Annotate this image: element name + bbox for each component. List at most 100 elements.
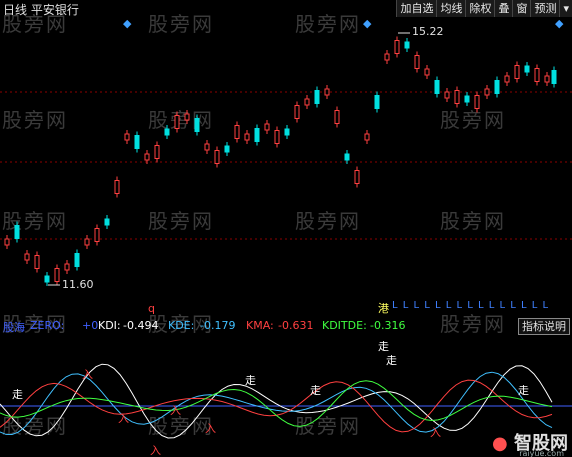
candle — [344, 153, 350, 161]
candle — [204, 143, 210, 151]
kditde-label: KDITDE: — [322, 319, 367, 332]
walk-signal-label: 走 — [378, 340, 389, 353]
kditde-value: -0.316 — [370, 319, 406, 332]
indicator-name[interactable]: 股海 — [3, 319, 25, 335]
stock-chart-window: 日线 平安银行 加自选 均线 除权 叠 窗 预测 ▾ 股旁网 股旁网 股旁网 股… — [0, 0, 572, 457]
brand-icon: ● — [492, 433, 508, 454]
diamond-marker-icon: ◆ — [363, 17, 372, 30]
l-signal-markers: L L L L L L L L L L L L L L L — [392, 300, 550, 311]
enter-signal-label: 入 — [82, 368, 93, 381]
candle — [154, 145, 160, 159]
candle — [24, 253, 30, 261]
ex-rights-button[interactable]: 除权 — [465, 0, 495, 17]
indicator-help-button[interactable]: 指标说明 — [518, 318, 570, 335]
walk-signal-label: 走 — [386, 354, 397, 367]
candle — [384, 53, 390, 61]
window-button[interactable]: 窗 — [512, 0, 531, 17]
candle — [94, 228, 100, 242]
q-marker: q — [148, 302, 155, 315]
candle — [234, 125, 240, 139]
candle — [34, 255, 40, 269]
candle — [324, 88, 330, 96]
indicator-info-bar: 股海 ZERO: +0 KDI: -0.494 KDE: -0.179 KMA:… — [0, 317, 572, 336]
candle — [494, 80, 500, 94]
candle — [551, 70, 557, 84]
candle — [314, 90, 320, 104]
candle — [404, 41, 410, 49]
brand-url: raiyue.com — [519, 449, 564, 457]
candle — [444, 91, 450, 99]
moving-average-button[interactable]: 均线 — [436, 0, 466, 17]
walk-signal-label: 走 — [12, 388, 23, 401]
candle — [534, 68, 540, 82]
collapse-icon[interactable]: ▾ — [559, 0, 572, 17]
candle — [484, 88, 490, 96]
candle — [194, 118, 200, 132]
zero-value: +0 — [82, 319, 99, 332]
kma-value: -0.631 — [278, 319, 314, 332]
walk-signal-label: 走 — [245, 374, 256, 387]
candle — [504, 75, 510, 83]
candle — [414, 55, 420, 69]
forecast-button[interactable]: 预测 — [530, 0, 560, 17]
candle — [434, 80, 440, 94]
candle — [514, 65, 520, 79]
candle — [184, 113, 190, 121]
candle — [224, 145, 230, 153]
enter-signal-label: 入 — [118, 412, 129, 425]
candle — [424, 68, 430, 76]
enter-signal-label: 入 — [170, 404, 181, 417]
low-price-label: 11.60 — [62, 278, 94, 291]
candle — [54, 268, 60, 282]
candle — [284, 128, 290, 136]
candle — [254, 128, 260, 142]
candle — [244, 133, 250, 141]
candle — [74, 253, 80, 267]
candle — [214, 150, 220, 164]
candlestick-chart[interactable]: ◆ ◆ ◆ — [0, 17, 572, 315]
diamond-marker-icon: ◆ — [555, 17, 564, 30]
candle — [274, 130, 280, 144]
overlay-button[interactable]: 叠 — [494, 0, 513, 17]
candle — [364, 133, 370, 141]
candle — [144, 153, 150, 161]
candle — [64, 263, 70, 271]
kma-label: KMA: — [246, 319, 274, 332]
candle — [174, 115, 180, 129]
kde-label: KDE: — [168, 319, 195, 332]
candle — [104, 218, 110, 226]
candle — [84, 238, 90, 246]
enter-signal-label: 入 — [205, 422, 216, 435]
kde-value: -0.179 — [200, 319, 236, 332]
candle — [14, 225, 20, 239]
walk-signal-label: 走 — [310, 384, 321, 397]
toolbar: 加自选 均线 除权 叠 窗 预测 ▾ — [396, 0, 572, 17]
diamond-marker-icon: ◆ — [123, 17, 132, 30]
high-price-label: 15.22 — [412, 25, 444, 38]
candle — [354, 170, 360, 184]
candle — [134, 135, 140, 149]
candle — [294, 105, 300, 119]
candle — [124, 133, 130, 141]
candle — [304, 98, 310, 106]
candle — [374, 95, 380, 109]
candle — [544, 75, 550, 83]
gang-marker: 港 — [378, 302, 389, 315]
candle — [524, 65, 530, 73]
candle — [334, 110, 340, 124]
candle — [114, 180, 120, 194]
enter-signal-label: 入 — [150, 444, 161, 457]
candle — [44, 275, 50, 283]
kdi-value: -0.494 — [123, 319, 159, 332]
indicator-chart[interactable]: 走走走走走走入入入入入入 — [0, 336, 572, 457]
walk-signal-label: 走 — [518, 384, 529, 397]
candle — [474, 95, 480, 109]
candle — [264, 123, 270, 131]
enter-signal-label: 入 — [430, 426, 441, 439]
candle — [394, 40, 400, 54]
candle — [164, 128, 170, 136]
add-watchlist-button[interactable]: 加自选 — [396, 0, 437, 17]
candle — [464, 95, 470, 103]
candle — [454, 90, 460, 104]
candle — [4, 238, 10, 246]
